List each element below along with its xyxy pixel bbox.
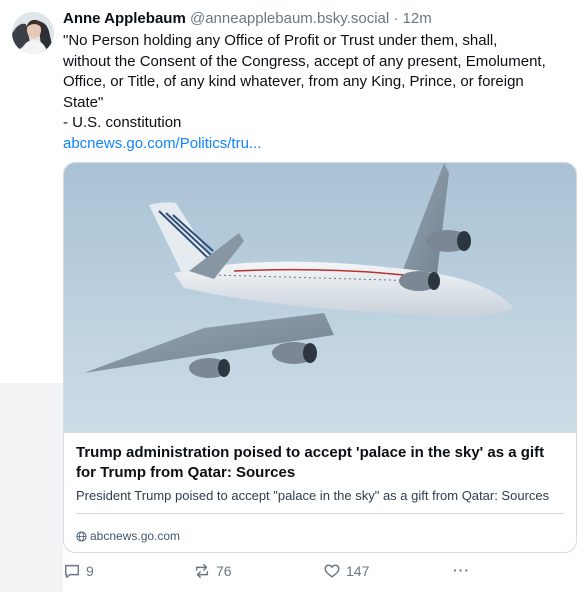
post-text-line: State" — [63, 93, 104, 111]
link-card[interactable]: Trump administration poised to accept 'p… — [63, 162, 577, 553]
like-count: 147 — [346, 563, 370, 579]
post-text-line: "No Person holding any Office of Profit … — [63, 32, 498, 49]
author-name[interactable]: Anne Applebaum — [63, 10, 186, 27]
repost-count: 76 — [216, 563, 232, 579]
heart-icon — [324, 564, 340, 578]
post-text: "No Person holding any Office of Profit … — [63, 31, 573, 154]
separator-dot: · — [393, 10, 399, 27]
more-options-button[interactable]: ··· — [453, 562, 470, 578]
post-text-line: - U.S. constitution — [63, 114, 182, 131]
airplane-photo-icon — [64, 163, 576, 432]
avatar[interactable] — [12, 12, 54, 54]
repost-button[interactable]: 76 — [193, 562, 232, 580]
post-text-line: without the Consent of the Congress, acc… — [63, 52, 546, 70]
reply-button[interactable]: 9 — [63, 562, 94, 580]
card-description: President Trump poised to accept "palace… — [76, 488, 550, 503]
action-bar: 9 76 147 ··· — [63, 562, 483, 586]
card-domain-text: abcnews.go.com — [90, 529, 181, 543]
reply-icon — [64, 564, 80, 579]
card-body: Trump administration poised to accept 'p… — [64, 432, 576, 505]
post-link[interactable]: abcnews.go.com/Politics/tru... — [63, 135, 261, 152]
post-header: Anne Applebaum @anneapplebaum.bsky.socia… — [63, 9, 432, 29]
repost-icon — [195, 563, 209, 579]
card-title[interactable]: Trump administration poised to accept 'p… — [76, 443, 566, 483]
post-text-line: Office, or Title, of any kind whatever, … — [63, 73, 524, 90]
reply-count: 9 — [86, 563, 94, 579]
author-handle[interactable]: @anneapplebaum.bsky.social — [190, 10, 389, 27]
card-divider — [76, 513, 564, 514]
post-timestamp[interactable]: 12m — [403, 10, 432, 27]
like-button[interactable]: 147 — [323, 562, 369, 580]
globe-icon — [76, 530, 87, 542]
post[interactable]: Anne Applebaum @anneapplebaum.bsky.socia… — [0, 0, 587, 592]
card-domain: abcnews.go.com — [76, 529, 180, 543]
more-icon: ··· — [453, 562, 470, 578]
